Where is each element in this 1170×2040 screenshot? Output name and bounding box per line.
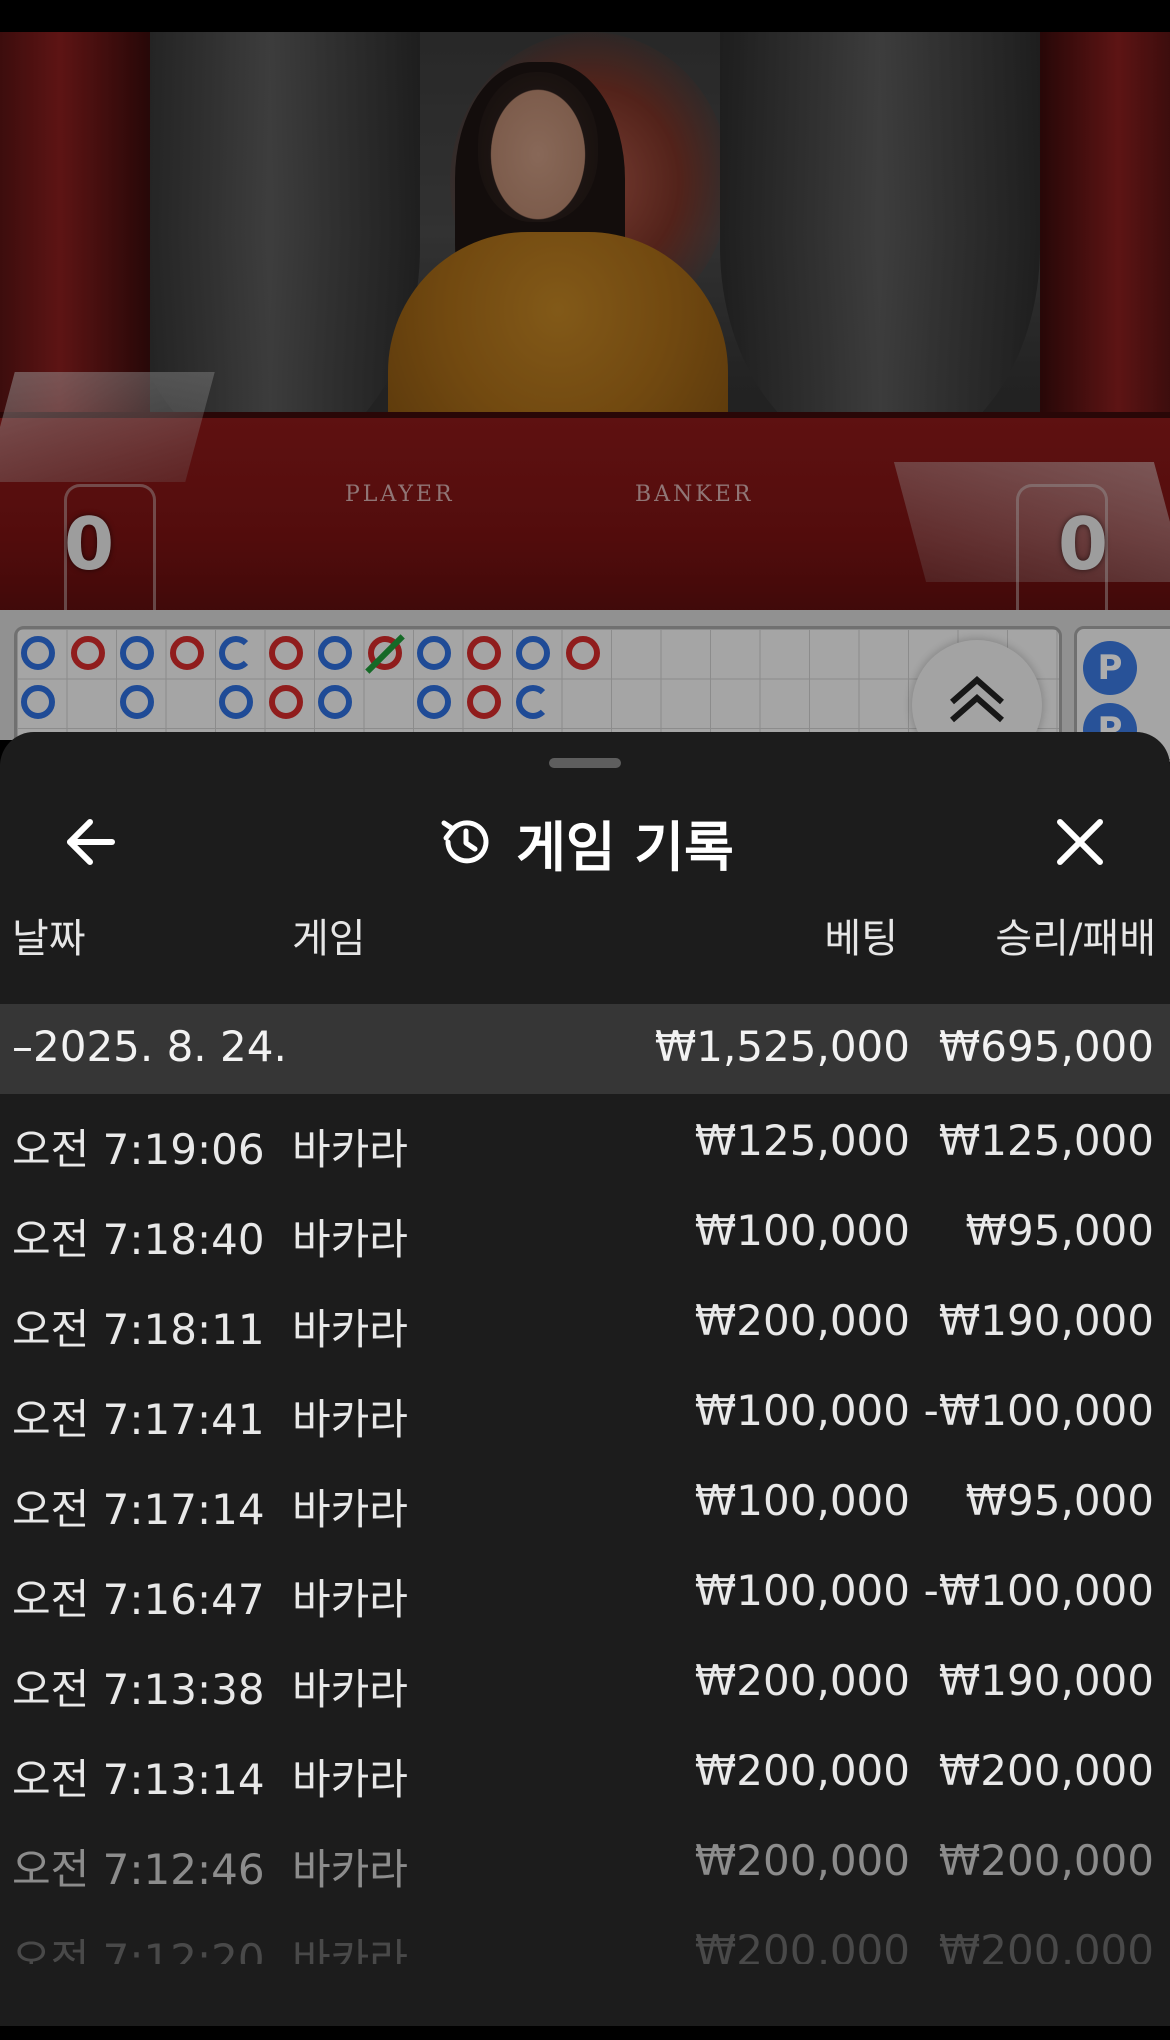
player-ring xyxy=(120,685,154,719)
dealer-head xyxy=(478,72,598,222)
table-row[interactable]: 오전 7:13:14 바카라 ₩200,000 ₩200,000 xyxy=(0,1724,1170,1814)
row-game: 바카라 xyxy=(292,1215,408,1264)
row-time: 오전 7:12:46 xyxy=(12,1845,265,1894)
page-title: 게임 기록 xyxy=(516,815,734,879)
player-ring xyxy=(417,636,451,670)
banker-ring xyxy=(269,685,303,719)
column-header-bet: 베팅 xyxy=(824,916,898,962)
row-bet: ₩200,000 xyxy=(694,1296,910,1345)
row-time: 오전 7:12:20 xyxy=(12,1935,265,1964)
player-ring xyxy=(417,685,451,719)
row-game: 바카라 xyxy=(292,1935,408,1964)
felt-banker-label: BANKER xyxy=(635,482,754,507)
felt-player-label: PLAYER xyxy=(345,482,455,507)
banker-ring xyxy=(71,636,105,670)
summary-win-loss-total: ₩695,000 xyxy=(938,1022,1154,1071)
summary-bet-total: ₩1,525,000 xyxy=(654,1022,910,1071)
curtain-right xyxy=(1040,32,1170,462)
row-time: 오전 7:13:14 xyxy=(12,1755,265,1804)
row-win-loss: ₩95,000 xyxy=(965,1476,1155,1525)
row-bet: ₩100,000 xyxy=(694,1206,910,1255)
row-win-loss: -₩100,000 xyxy=(923,1386,1154,1435)
banker-ring xyxy=(467,685,501,719)
row-time: 오전 7:18:40 xyxy=(12,1215,265,1264)
column-header-game: 게임 xyxy=(292,916,366,962)
player-ring xyxy=(21,685,55,719)
player-ring xyxy=(318,685,352,719)
table-row[interactable]: 오전 7:17:14 바카라 ₩100,000 ₩95,000 xyxy=(0,1454,1170,1544)
row-bet: ₩200,000 xyxy=(694,1926,910,1964)
row-game: 바카라 xyxy=(292,1395,408,1444)
row-game: 바카라 xyxy=(292,1845,408,1894)
player-pair-ring xyxy=(516,685,550,719)
date-summary-row[interactable]: –2025. 8. 24. ₩1,525,000 ₩695,000 xyxy=(0,1004,1170,1094)
table-row[interactable]: 오전 7:12:20 바카라 ₩200,000 ₩200,000 xyxy=(0,1904,1170,1964)
player-chip: P xyxy=(1083,641,1137,695)
table-row[interactable]: 오전 7:13:38 바카라 ₩200,000 ₩190,000 xyxy=(0,1634,1170,1724)
banker-ring xyxy=(566,636,600,670)
row-game: 바카라 xyxy=(292,1665,408,1714)
table-row[interactable]: 오전 7:18:11 바카라 ₩200,000 ₩190,000 xyxy=(0,1274,1170,1364)
drape-right xyxy=(720,32,1040,462)
history-icon xyxy=(441,820,489,864)
game-history-sheet: 게임 기록 날짜 게임 베팅 승리/패배 –2025. 8. 24. ₩1,52… xyxy=(0,732,1170,2026)
row-win-loss: -₩100,000 xyxy=(923,1566,1154,1615)
row-time: 오전 7:16:47 xyxy=(12,1575,265,1624)
banker-ring xyxy=(467,636,501,670)
row-game: 바카라 xyxy=(292,1125,408,1174)
table-row[interactable]: 오전 7:17:41 바카라 ₩100,000 -₩100,000 xyxy=(0,1364,1170,1454)
row-time: 오전 7:13:38 xyxy=(12,1665,265,1714)
live-video: PLAYER BANKER 0 0 xyxy=(0,32,1170,610)
row-game: 바카라 xyxy=(292,1485,408,1534)
sheet-drag-handle[interactable] xyxy=(549,758,621,768)
row-win-loss: ₩190,000 xyxy=(938,1656,1154,1705)
bottom-system-bar xyxy=(0,2026,1170,2040)
player-ring xyxy=(120,636,154,670)
player-ring xyxy=(516,636,550,670)
sheet-header: 게임 기록 xyxy=(0,792,1170,892)
sheet-title-group: 게임 기록 xyxy=(0,792,1170,892)
row-time: 오전 7:19:06 xyxy=(12,1125,265,1174)
row-win-loss: ₩200,000 xyxy=(938,1926,1154,1964)
summary-date: –2025. 8. 24. xyxy=(12,1022,287,1071)
row-win-loss: ₩190,000 xyxy=(938,1296,1154,1345)
row-time: 오전 7:18:11 xyxy=(12,1305,265,1354)
row-bet: ₩100,000 xyxy=(694,1476,910,1525)
row-game: 바카라 xyxy=(292,1305,408,1354)
row-win-loss: ₩125,000 xyxy=(938,1116,1154,1165)
history-list: 오전 7:19:06 바카라 ₩125,000 ₩125,000 오전 7:18… xyxy=(0,1094,1170,1964)
table-row[interactable]: 오전 7:16:47 바카라 ₩100,000 -₩100,000 xyxy=(0,1544,1170,1634)
row-bet: ₩200,000 xyxy=(694,1746,910,1795)
row-bet: ₩100,000 xyxy=(694,1386,910,1435)
player-ring xyxy=(318,636,352,670)
row-bet: ₩125,000 xyxy=(694,1116,910,1165)
row-win-loss: ₩200,000 xyxy=(938,1836,1154,1885)
row-win-loss: ₩95,000 xyxy=(965,1206,1155,1255)
banker-ring xyxy=(170,636,204,670)
row-bet: ₩200,000 xyxy=(694,1656,910,1705)
table-row[interactable]: 오전 7:12:46 바카라 ₩200,000 ₩200,000 xyxy=(0,1814,1170,1904)
row-bet: ₩200,000 xyxy=(694,1836,910,1885)
card-shoe-left xyxy=(0,372,215,482)
row-win-loss: ₩200,000 xyxy=(938,1746,1154,1795)
banker-score: 0 xyxy=(1058,502,1109,586)
table-row[interactable]: 오전 7:19:06 바카라 ₩125,000 ₩125,000 xyxy=(0,1094,1170,1184)
column-header-win-loss: 승리/패배 xyxy=(995,916,1156,962)
close-icon xyxy=(1057,819,1103,865)
player-ring xyxy=(219,685,253,719)
table-row[interactable]: 오전 7:18:40 바카라 ₩100,000 ₩95,000 xyxy=(0,1184,1170,1274)
row-time: 오전 7:17:14 xyxy=(12,1485,265,1534)
player-pair-ring xyxy=(219,636,253,670)
player-score: 0 xyxy=(64,502,115,586)
close-button[interactable] xyxy=(1044,806,1116,878)
player-ring xyxy=(21,636,55,670)
column-header-date: 날짜 xyxy=(12,916,86,962)
row-game: 바카라 xyxy=(292,1575,408,1624)
banker-ring xyxy=(269,636,303,670)
row-game: 바카라 xyxy=(292,1755,408,1804)
row-bet: ₩100,000 xyxy=(694,1566,910,1615)
row-time: 오전 7:17:41 xyxy=(12,1395,265,1444)
